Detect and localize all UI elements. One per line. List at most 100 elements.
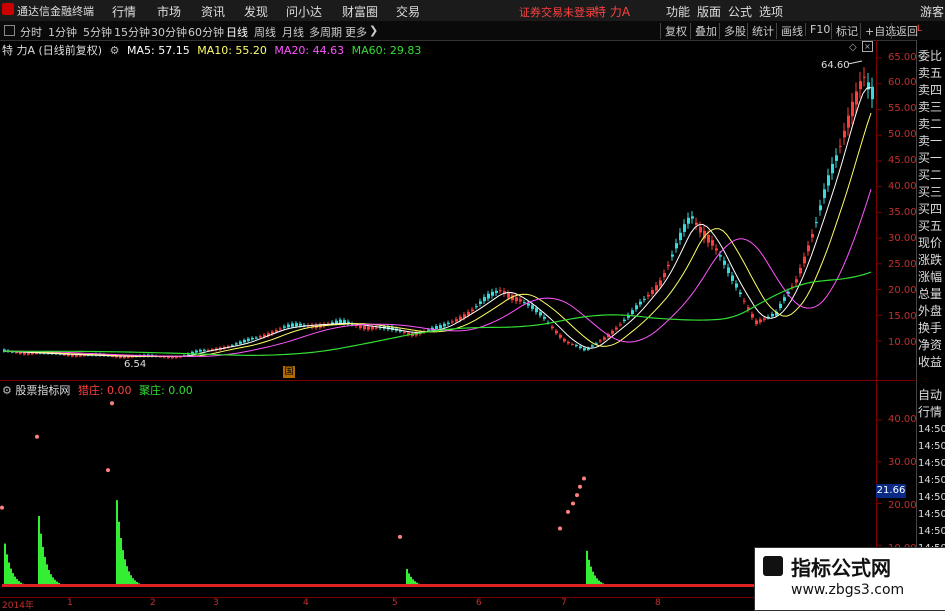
indicator-red-baseline bbox=[526, 584, 528, 587]
tool-diejia[interactable]: 叠加 bbox=[690, 23, 717, 39]
menu-shichang[interactable]: 市场 bbox=[157, 3, 181, 20]
indicator-red-baseline bbox=[96, 584, 98, 587]
tool-tongji[interactable]: 统计 bbox=[747, 23, 774, 39]
indicator-red-baseline bbox=[638, 584, 640, 587]
right-column-item[interactable]: 净资 bbox=[918, 337, 945, 354]
right-column-item[interactable]: 14:50 bbox=[918, 438, 945, 455]
period-monthly[interactable]: 月线 bbox=[282, 24, 304, 40]
period-1min[interactable]: 1分钟 bbox=[48, 24, 77, 40]
right-column-item[interactable]: 卖三 bbox=[918, 99, 945, 116]
candle-body bbox=[695, 222, 698, 225]
menu-faxian[interactable]: 发现 bbox=[244, 3, 268, 20]
more-chevron-icon[interactable]: ❯ bbox=[369, 24, 378, 37]
menu-gongneng[interactable]: 功能 bbox=[666, 3, 690, 20]
indicator-red-baseline bbox=[588, 584, 590, 587]
grid-icon[interactable] bbox=[4, 25, 15, 36]
indicator-red-baseline bbox=[230, 584, 232, 587]
period-multi[interactable]: 多周期 bbox=[309, 24, 342, 40]
right-column-item[interactable]: 换手 bbox=[918, 320, 945, 337]
right-column-item[interactable]: 总量 bbox=[918, 286, 945, 303]
period-15min[interactable]: 15分钟 bbox=[114, 24, 150, 40]
period-60min[interactable]: 60分钟 bbox=[188, 24, 224, 40]
right-column-item[interactable]: 委比 bbox=[918, 48, 945, 65]
period-fenshi[interactable]: 分时 bbox=[20, 24, 42, 40]
indicator-red-baseline bbox=[600, 584, 602, 587]
indicator-red-baseline bbox=[360, 584, 362, 587]
tool-huaxian[interactable]: 画线 bbox=[776, 23, 803, 39]
indicator-red-baseline bbox=[42, 584, 44, 587]
indicator-red-baseline bbox=[648, 584, 650, 587]
indicator-red-baseline bbox=[446, 584, 448, 587]
right-column-item[interactable]: 14:50 bbox=[918, 455, 945, 472]
right-column-item[interactable]: 涨跌 bbox=[918, 252, 945, 269]
period-more[interactable]: 更多 bbox=[345, 24, 367, 40]
tool-f10[interactable]: F10 bbox=[805, 23, 830, 36]
menu-banmian[interactable]: 版面 bbox=[697, 3, 721, 20]
indicator-red-baseline bbox=[528, 584, 530, 587]
price-tick: 25.00 bbox=[888, 259, 917, 270]
right-column-item[interactable]: 14:50 bbox=[918, 421, 945, 438]
period-5min[interactable]: 5分钟 bbox=[83, 24, 112, 40]
period-daily[interactable]: 日线 bbox=[226, 24, 248, 40]
right-column-item[interactable]: 收益 bbox=[918, 354, 945, 371]
right-column-item[interactable]: 卖一 bbox=[918, 133, 945, 150]
tool-fuquan[interactable]: 复权 bbox=[660, 23, 687, 39]
tool-duogu[interactable]: 多股 bbox=[719, 23, 746, 39]
indicator-red-baseline bbox=[62, 584, 64, 587]
candle-body bbox=[819, 205, 822, 211]
right-column-item[interactable]: 买三 bbox=[918, 184, 945, 201]
period-30min[interactable]: 30分钟 bbox=[151, 24, 187, 40]
period-weekly[interactable]: 周线 bbox=[254, 24, 276, 40]
right-column-item[interactable]: 自动 bbox=[918, 387, 945, 404]
indicator-red-baseline bbox=[16, 584, 18, 587]
candle-body bbox=[739, 292, 742, 295]
tool-fanhui[interactable]: 返回 bbox=[891, 23, 918, 39]
indicator-gear-icon[interactable]: ⚙ bbox=[2, 384, 15, 397]
indicator-red-baseline bbox=[586, 584, 588, 587]
menu-gongshi[interactable]: 公式 bbox=[728, 3, 752, 20]
right-column-item[interactable]: 卖四 bbox=[918, 82, 945, 99]
indicator-red-baseline bbox=[690, 584, 692, 587]
indicator-green-bar bbox=[42, 546, 44, 587]
indicator-red-baseline bbox=[302, 584, 304, 587]
right-column-item[interactable]: 14:50 bbox=[918, 489, 945, 506]
ma5-line bbox=[2, 87, 872, 357]
right-column-item[interactable]: 现价 bbox=[918, 235, 945, 252]
menu-hangqing[interactable]: 行情 bbox=[112, 3, 136, 20]
right-column-item[interactable]: 买二 bbox=[918, 167, 945, 184]
menu-jiaoyi[interactable]: 交易 bbox=[396, 3, 420, 20]
right-column-item[interactable]: 14:50 bbox=[918, 472, 945, 489]
indicator-red-baseline bbox=[256, 584, 258, 587]
indicator-red-baseline bbox=[678, 584, 680, 587]
indicator-red-baseline bbox=[300, 584, 302, 587]
indicator-red-baseline bbox=[270, 584, 272, 587]
indicator-dot bbox=[558, 526, 562, 531]
indicator-red-baseline bbox=[650, 584, 652, 587]
right-column-item[interactable]: 14:50 bbox=[918, 523, 945, 540]
right-column-item[interactable]: 卖五 bbox=[918, 65, 945, 82]
right-column-item[interactable]: 买四 bbox=[918, 201, 945, 218]
candle-body bbox=[771, 313, 774, 317]
login-status[interactable]: 证券交易未登录 bbox=[519, 4, 596, 20]
indicator-red-baseline bbox=[92, 584, 94, 587]
candle-body bbox=[871, 86, 874, 100]
candle-body bbox=[707, 235, 710, 243]
guest-label[interactable]: 游客 bbox=[920, 3, 944, 20]
indicator-red-baseline bbox=[156, 584, 158, 587]
indicator-red-baseline bbox=[634, 584, 636, 587]
right-column-item[interactable]: 卖二 bbox=[918, 116, 945, 133]
menu-zixun[interactable]: 资讯 bbox=[201, 3, 225, 20]
right-column-item[interactable]: 涨幅 bbox=[918, 269, 945, 286]
event-marker[interactable]: 国 bbox=[283, 366, 295, 378]
tool-biaoji[interactable]: 标记 bbox=[831, 23, 858, 39]
menu-wenxiaoda[interactable]: 问小达 bbox=[286, 3, 322, 20]
right-column-item[interactable]: 外盘 bbox=[918, 303, 945, 320]
right-column-item[interactable]: 买五 bbox=[918, 218, 945, 235]
menu-caifuquan[interactable]: 财富圈 bbox=[342, 3, 378, 20]
indicator-red-baseline bbox=[614, 584, 616, 587]
right-column-item[interactable]: 行情 bbox=[918, 404, 945, 421]
indicator-red-baseline bbox=[672, 584, 674, 587]
right-column-item[interactable]: 买一 bbox=[918, 150, 945, 167]
menu-xuanxiang[interactable]: 选项 bbox=[759, 3, 783, 20]
right-column-item[interactable]: 14:50 bbox=[918, 506, 945, 523]
